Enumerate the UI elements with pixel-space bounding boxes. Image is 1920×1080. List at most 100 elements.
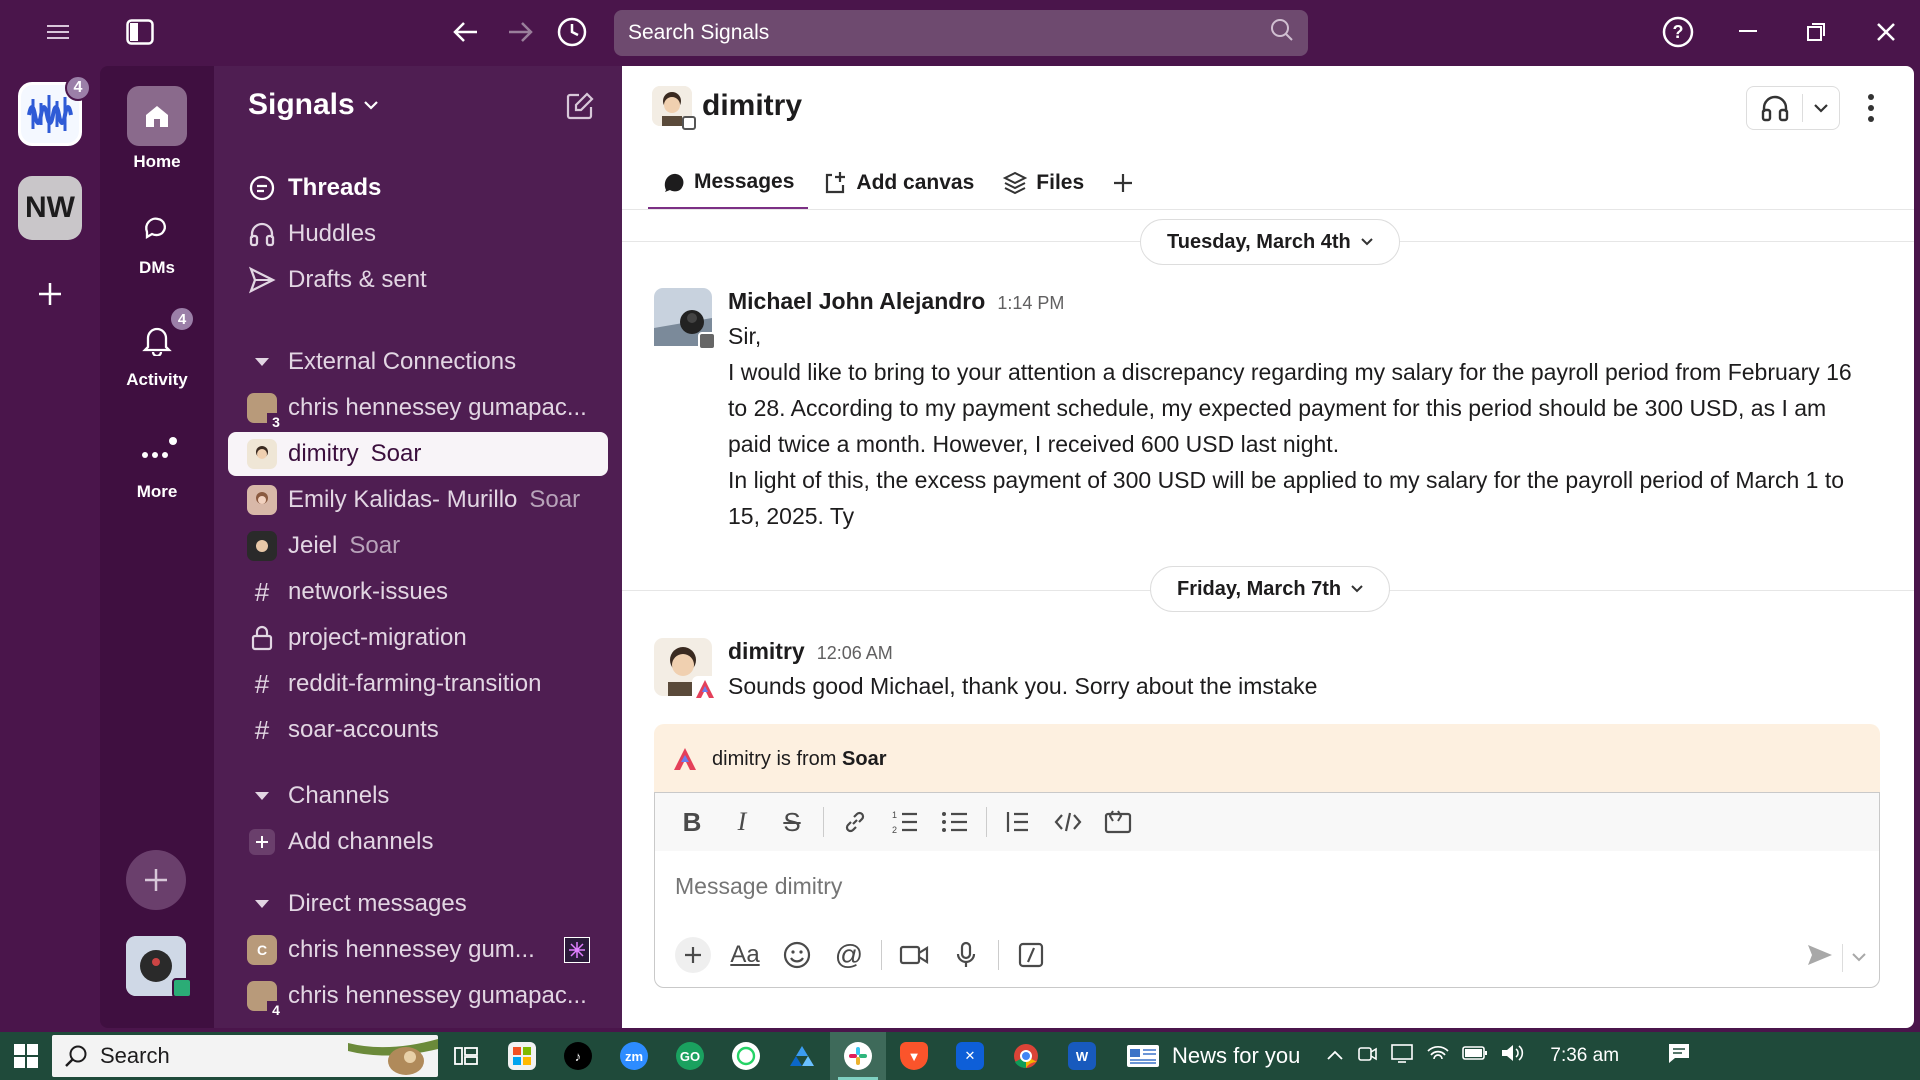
mention-icon[interactable]: @ — [823, 933, 875, 977]
date-divider-tuesday[interactable]: Tuesday, March 4th — [1140, 219, 1400, 265]
tab-files[interactable]: Files — [988, 156, 1098, 210]
taskbar-store[interactable] — [494, 1032, 550, 1080]
sidebar-item-project-migration[interactable]: project-migration — [228, 616, 608, 660]
taskbar-onedrive[interactable] — [774, 1032, 830, 1080]
section-channels[interactable]: Channels — [228, 774, 608, 818]
sidebar-item-chris-group[interactable]: 3 chris hennessey gumapac... — [228, 386, 608, 430]
close-icon[interactable] — [1864, 12, 1908, 52]
banner-org[interactable]: Soar — [842, 748, 886, 770]
help-icon[interactable]: ? — [1656, 12, 1700, 52]
sidebar-item-huddles[interactable]: Huddles — [228, 212, 608, 256]
chevron-up-icon[interactable] — [1326, 1045, 1344, 1067]
sidebar-toggle-icon[interactable] — [120, 12, 160, 52]
italic-icon[interactable]: I — [717, 800, 767, 844]
channel-header[interactable]: dimitry — [652, 86, 802, 130]
sidebar-item-emily[interactable]: Emily Kalidas- Murillo Soar — [228, 478, 608, 522]
message-timestamp[interactable]: 1:14 PM — [997, 293, 1064, 314]
nav-activity[interactable]: 4 Activity — [100, 306, 214, 390]
slash-command-icon[interactable] — [1005, 933, 1057, 977]
dimitry-avatar-icon — [652, 86, 696, 130]
forward-arrow-icon[interactable] — [500, 12, 540, 52]
sidebar-dm-chris-group[interactable]: 4 chris hennessey gumapac... — [228, 974, 608, 1018]
ordered-list-icon[interactable]: 12 — [880, 800, 930, 844]
windows-start-icon[interactable] — [0, 1032, 52, 1080]
nav-more[interactable]: More — [100, 422, 214, 502]
create-button[interactable] — [126, 850, 186, 910]
section-direct-messages[interactable]: Direct messages — [228, 882, 608, 926]
sidebar-item-drafts[interactable]: Drafts & sent — [228, 258, 608, 302]
link-icon[interactable] — [830, 800, 880, 844]
microphone-icon[interactable] — [940, 933, 992, 977]
compose-button[interactable] — [560, 86, 600, 126]
add-channels-button[interactable]: Add channels — [228, 820, 608, 864]
emoji-icon[interactable] — [771, 933, 823, 977]
tab-messages[interactable]: Messages — [648, 156, 809, 210]
nav-more-label: More — [136, 482, 178, 501]
sidebar-dm-chris[interactable]: C chris hennessey gum... — [228, 928, 608, 972]
minimize-icon[interactable] — [1726, 12, 1770, 52]
section-external-connections[interactable]: External Connections — [228, 340, 608, 384]
taskbar-chrome[interactable] — [998, 1032, 1054, 1080]
back-arrow-icon[interactable] — [446, 12, 486, 52]
taskbar-task-view[interactable] — [438, 1032, 494, 1080]
add-workspace-button[interactable] — [18, 262, 82, 326]
meet-icon[interactable] — [1356, 1042, 1378, 1070]
blockquote-icon[interactable] — [993, 800, 1043, 844]
chevron-down-icon[interactable] — [1803, 103, 1839, 113]
wifi-icon[interactable] — [1426, 1043, 1450, 1069]
taskbar-whatsapp[interactable] — [718, 1032, 774, 1080]
sidebar-item-dimitry[interactable]: dimitry Soar — [228, 432, 608, 476]
plus-icon — [249, 829, 275, 855]
member-count: 3 — [267, 413, 285, 430]
sidebar-item-label: Drafts & sent — [288, 266, 427, 293]
battery-icon[interactable] — [1462, 1045, 1488, 1067]
huddle-button[interactable] — [1746, 86, 1840, 130]
taskbar-tiktok[interactable]: ♪ — [550, 1032, 606, 1080]
workspace-nw[interactable]: NW — [18, 176, 82, 240]
sidebar-item-reddit-farming[interactable]: # reddit-farming-transition — [228, 662, 608, 706]
more-vertical-icon[interactable] — [1856, 88, 1886, 128]
taskbar-gocardless[interactable]: GO — [662, 1032, 718, 1080]
send-icon[interactable] — [1806, 942, 1834, 973]
code-block-icon[interactable] — [1093, 800, 1143, 844]
taskbar-brave[interactable]: ▼ — [886, 1032, 942, 1080]
workspace-signals[interactable]: 4 — [18, 75, 91, 146]
date-divider-friday[interactable]: Friday, March 7th — [1150, 566, 1391, 612]
history-icon[interactable] — [552, 12, 592, 52]
add-tab-button[interactable] — [1098, 156, 1148, 210]
restore-icon[interactable] — [1794, 12, 1838, 52]
workspace-switcher[interactable]: Signals — [248, 88, 379, 122]
tab-add-canvas[interactable]: Add canvas — [808, 156, 988, 210]
menu-icon[interactable] — [38, 12, 78, 52]
workspace-badge: 4 — [65, 75, 91, 101]
message-input[interactable] — [675, 873, 1575, 900]
video-icon[interactable] — [888, 933, 940, 977]
bold-icon[interactable]: B — [667, 800, 717, 844]
taskbar-zoom[interactable]: zm — [606, 1032, 662, 1080]
taskbar-word[interactable]: W — [1054, 1032, 1110, 1080]
text-format-button[interactable]: Aa — [719, 933, 771, 977]
sidebar-item-soar-accounts[interactable]: # soar-accounts — [228, 708, 608, 752]
message-author[interactable]: Michael John Alejandro — [728, 288, 985, 315]
nav-home[interactable]: Home — [100, 86, 214, 172]
clock-time[interactable]: 7:36 am — [1550, 1045, 1619, 1067]
sidebar-item-network-issues[interactable]: # network-issues — [228, 570, 608, 614]
search-input[interactable]: Search Signals — [614, 10, 1308, 56]
notification-icon[interactable] — [1667, 1042, 1691, 1070]
code-icon[interactable] — [1043, 800, 1093, 844]
sidebar-item-threads[interactable]: Threads — [228, 166, 608, 210]
news-widget[interactable]: News for you — [1126, 1042, 1300, 1070]
taskbar-slack[interactable] — [830, 1032, 886, 1080]
volume-icon[interactable] — [1500, 1043, 1524, 1069]
sidebar-item-jeiel[interactable]: Jeiel Soar — [228, 524, 608, 568]
screen-icon[interactable] — [1390, 1042, 1414, 1070]
bullet-list-icon[interactable] — [930, 800, 980, 844]
taskbar-teamviewer[interactable]: ✕ — [942, 1032, 998, 1080]
taskbar-search[interactable]: Search — [52, 1035, 438, 1077]
message-author[interactable]: dimitry — [728, 638, 805, 665]
message-timestamp[interactable]: 12:06 AM — [817, 643, 893, 664]
chevron-down-icon[interactable] — [1851, 949, 1867, 967]
strikethrough-icon[interactable]: S — [767, 800, 817, 844]
nav-dms[interactable]: DMs — [100, 198, 214, 278]
attach-plus-button[interactable] — [667, 933, 719, 977]
